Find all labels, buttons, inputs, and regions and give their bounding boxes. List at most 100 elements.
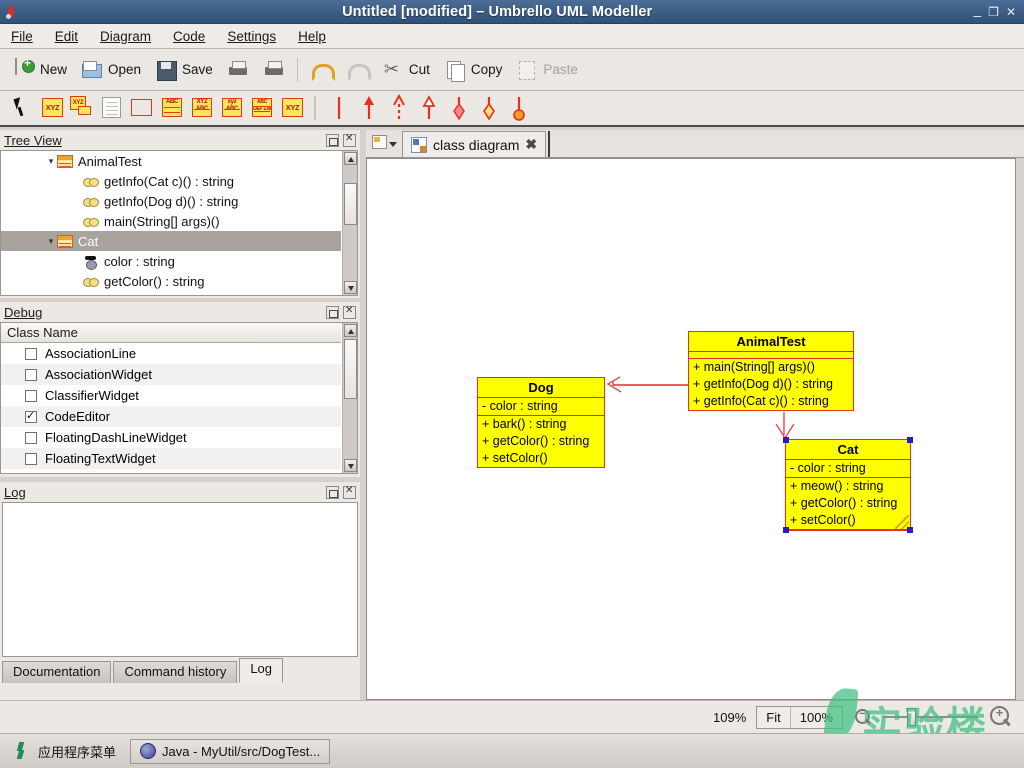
solid-arrow-icon[interactable] — [354, 94, 384, 122]
circle-end-icon[interactable] — [504, 94, 534, 122]
new-diagram-icon[interactable] — [370, 132, 400, 156]
tree-row-color[interactable]: color : string — [1, 251, 341, 271]
selection-handle-br[interactable] — [907, 527, 913, 533]
restore-icon[interactable]: ❐ — [988, 6, 999, 18]
new-button[interactable]: New — [6, 56, 74, 84]
abc-box-icon[interactable]: ABC — [156, 94, 186, 122]
checkbox[interactable] — [25, 368, 37, 381]
menu-help[interactable]: Help — [287, 26, 337, 47]
zoom-slider-knob[interactable] — [907, 708, 916, 726]
class-xyz-icon[interactable]: XYZ — [36, 94, 66, 122]
tree-row-getinfo-cat[interactable]: getInfo(Cat c)() : string — [1, 171, 341, 191]
chevron-down-icon[interactable]: ▾ — [45, 156, 57, 167]
selection-handle-tl[interactable] — [783, 437, 789, 443]
tree-row-getinfo-dog[interactable]: getInfo(Dog d)() : string — [1, 191, 341, 211]
scroll-thumb[interactable] — [344, 183, 357, 225]
log-content[interactable] — [2, 502, 358, 657]
tree-row-cat[interactable]: ▾ Cat — [1, 231, 341, 251]
entity-icon[interactable]: ABC DEF 138 — [246, 94, 276, 122]
tree-row-getcolor[interactable]: getColor() : string — [1, 271, 341, 291]
log-float-icon[interactable] — [326, 485, 339, 499]
xyz-abc2-label: xyz ABC — [223, 99, 241, 112]
cut-button[interactable]: Cut — [375, 56, 437, 84]
tab-documentation[interactable]: Documentation — [2, 661, 112, 683]
undo-button[interactable] — [303, 56, 339, 84]
close-icon[interactable]: ✖ — [525, 136, 537, 153]
checkbox[interactable] — [25, 452, 37, 465]
debug-column-header[interactable]: Class Name — [1, 323, 341, 343]
uml-class-cat[interactable]: Cat - color : string + meow() : string +… — [783, 437, 913, 533]
tab-log[interactable]: Log — [239, 658, 284, 683]
dashed-arrow-icon[interactable] — [384, 93, 414, 122]
menu-code-label: Code — [173, 28, 206, 44]
checkbox-checked[interactable] — [25, 408, 37, 424]
cursor-arrow-icon[interactable] — [6, 94, 36, 122]
hollow-triangle-arrow-icon[interactable] — [414, 94, 444, 122]
close-icon[interactable]: ✕ — [1006, 6, 1016, 18]
debug-row-associationwidget[interactable]: AssociationWidget — [1, 364, 341, 385]
new-document-icon — [13, 57, 35, 81]
scroll-thumb[interactable] — [344, 339, 357, 399]
statusbar: 109% Fit 100% − + — [0, 700, 1024, 733]
debug-row-associationline[interactable]: AssociationLine — [1, 343, 341, 364]
debug-scrollbar[interactable] — [342, 323, 357, 473]
hollow-diamond-icon[interactable] — [474, 94, 504, 122]
tree-view-list[interactable]: ▾ AnimalTest getInfo(Cat c)() : string g… — [0, 150, 358, 296]
xyz-abc2-icon[interactable]: xyz ABC — [216, 94, 246, 122]
xyz-abc-icon[interactable]: XYZ ABC — [186, 94, 216, 122]
minimize-icon[interactable]: – — [973, 8, 981, 22]
log-close-icon[interactable] — [343, 484, 356, 499]
zoom-slider[interactable] — [883, 707, 978, 727]
tab-class-diagram[interactable]: class diagram ✖ — [402, 131, 547, 157]
checkbox[interactable] — [25, 431, 37, 444]
menu-settings[interactable]: Settings — [216, 26, 287, 47]
menu-file[interactable]: File — [0, 26, 44, 47]
menu-code[interactable]: Code — [162, 26, 216, 47]
tree-view-float-icon[interactable] — [326, 133, 339, 147]
selection-handle-bl[interactable] — [783, 527, 789, 533]
scroll-up-icon[interactable] — [344, 152, 357, 165]
tree-row-animaltest[interactable]: ▾ AnimalTest — [1, 151, 341, 171]
chevron-down-icon[interactable] — [389, 142, 397, 147]
filled-diamond-icon[interactable] — [444, 94, 474, 122]
chevron-down-icon[interactable]: ▾ — [45, 236, 57, 247]
empty-box-icon[interactable] — [126, 94, 156, 122]
tree-view-scrollbar[interactable] — [342, 151, 357, 295]
copy-button[interactable]: Copy — [437, 56, 510, 84]
taskbar-window-java[interactable]: Java - MyUtil/src/DogTest... — [130, 738, 331, 764]
print-button[interactable] — [220, 56, 256, 84]
tree-view-close-icon[interactable] — [343, 132, 356, 147]
scroll-up-icon[interactable] — [344, 324, 357, 337]
checkbox[interactable] — [25, 347, 37, 360]
debug-row-codeeditor[interactable]: CodeEditor — [1, 406, 341, 427]
checkbox[interactable] — [25, 389, 37, 402]
tree-row-main[interactable]: main(String[] args)() — [1, 211, 341, 231]
plain-line-icon[interactable] — [324, 94, 354, 122]
menu-edit[interactable]: Edit — [44, 26, 89, 47]
zoom-100-button[interactable]: 100% — [791, 707, 842, 728]
note-icon[interactable] — [96, 94, 126, 122]
tab-command-history[interactable]: Command history — [113, 661, 238, 683]
debug-list[interactable]: Class Name AssociationLine AssociationWi… — [0, 322, 358, 474]
uml-class-dog[interactable]: Dog - color : string + bark() : string +… — [477, 377, 605, 468]
open-button[interactable]: Open — [74, 56, 148, 84]
debug-close-icon[interactable] — [343, 304, 356, 319]
debug-float-icon[interactable] — [326, 305, 339, 319]
selection-handle-tr[interactable] — [907, 437, 913, 443]
interface-icon[interactable]: XYZ — [66, 94, 96, 122]
application-menu-button[interactable]: 应用程序菜单 — [8, 740, 122, 763]
uml-class-animaltest[interactable]: AnimalTest + main(String[] args)() + get… — [688, 331, 854, 411]
artifact-xyz-icon[interactable]: XYZ — [276, 94, 306, 122]
print-preview-button[interactable] — [256, 56, 292, 84]
diagram-canvas[interactable]: AnimalTest + main(String[] args)() + get… — [366, 158, 1016, 700]
menu-diagram[interactable]: Diagram — [89, 26, 162, 47]
debug-row-floatingdashlinewidget[interactable]: FloatingDashLineWidget — [1, 427, 341, 448]
save-button[interactable]: Save — [148, 56, 220, 84]
zoom-in-icon[interactable]: + — [988, 704, 1014, 730]
debug-row-classifierwidget[interactable]: ClassifierWidget — [1, 385, 341, 406]
zoom-fit-button[interactable]: Fit — [757, 706, 791, 728]
debug-row-floatingtextwidget[interactable]: FloatingTextWidget — [1, 448, 341, 469]
scroll-down-icon[interactable] — [344, 459, 357, 472]
zoom-out-icon[interactable]: − — [853, 707, 873, 727]
scroll-down-icon[interactable] — [344, 281, 357, 294]
